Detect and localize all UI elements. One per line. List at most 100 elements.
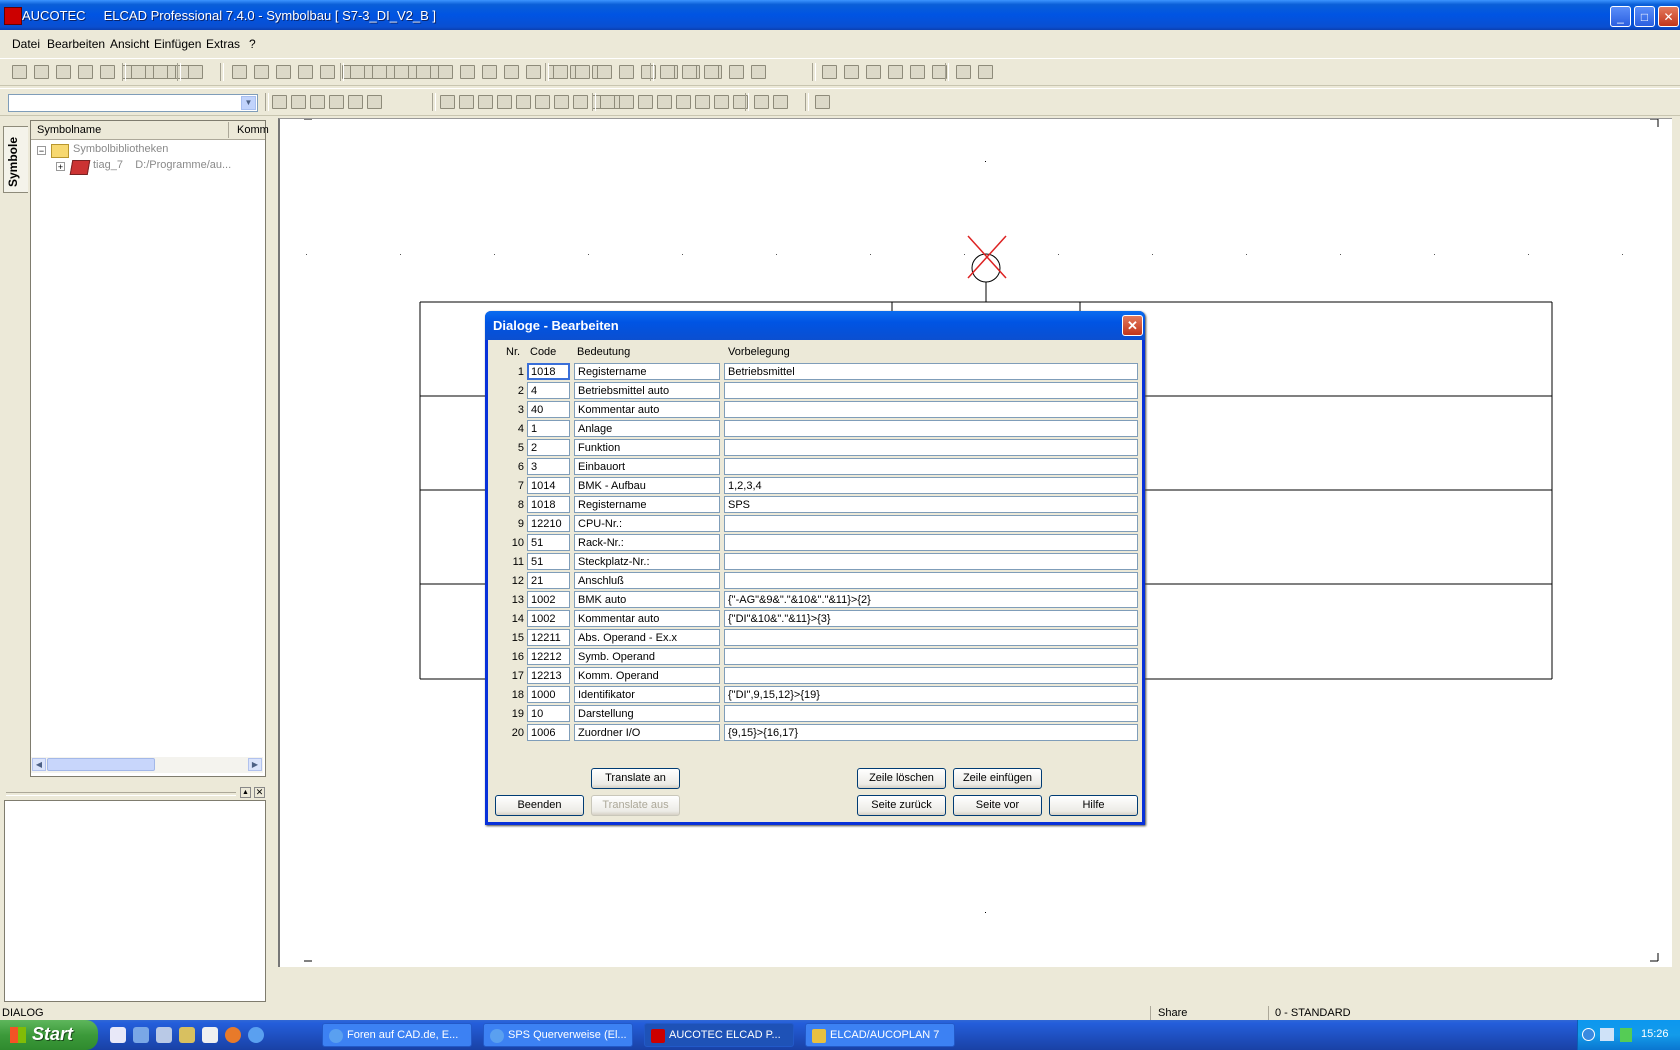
standard-tool-icon-55[interactable] [978, 65, 993, 79]
standard-tool-icon-27[interactable] [438, 65, 453, 79]
standard-tool-icon-17[interactable] [320, 65, 335, 79]
standard-tool-icon-25[interactable] [394, 65, 409, 79]
standard-tool-icon-14[interactable] [254, 65, 269, 79]
drawing-tool-icon-18[interactable] [619, 95, 634, 109]
seite-vor-button[interactable]: Seite vor [953, 795, 1042, 816]
code-field[interactable]: 1018 [527, 496, 570, 513]
standard-tool-icon-9[interactable] [131, 65, 146, 79]
taskbar-item-sps-querverweise[interactable]: SPS Querverweise (El... [483, 1023, 633, 1047]
bedeutung-field[interactable]: CPU-Nr.: [574, 515, 720, 532]
standard-tool-icon-35[interactable] [553, 65, 568, 79]
signal-strength-icon[interactable] [1620, 1028, 1632, 1042]
quicklaunch-mail-icon[interactable] [156, 1027, 172, 1043]
drawing-tool-icon-27[interactable] [815, 95, 830, 109]
code-field[interactable]: 12212 [527, 648, 570, 665]
drawing-tool-icon-10[interactable] [497, 95, 512, 109]
scroll-right-icon[interactable]: ▶ [248, 758, 262, 771]
bedeutung-field[interactable]: Darstellung [574, 705, 720, 722]
standard-tool-icon-16[interactable] [298, 65, 313, 79]
standard-tool-icon-46[interactable] [682, 65, 697, 79]
column-header-komm[interactable]: Komm [237, 124, 269, 136]
bedeutung-field[interactable]: Steckplatz-Nr.: [574, 553, 720, 570]
tray-expand-icon[interactable] [1582, 1028, 1595, 1041]
code-field[interactable]: 12211 [527, 629, 570, 646]
app-icon[interactable] [4, 7, 22, 25]
code-field[interactable]: 51 [527, 534, 570, 551]
quicklaunch-email-icon[interactable] [202, 1027, 218, 1043]
scrollbar-thumb[interactable] [47, 758, 155, 771]
bedeutung-field[interactable]: Anlage [574, 420, 720, 437]
panel-close-icon[interactable]: ✕ [254, 787, 265, 798]
code-field[interactable]: 1006 [527, 724, 570, 741]
drawing-tool-icon-21[interactable] [676, 95, 691, 109]
vorbelegung-field[interactable] [724, 534, 1138, 551]
vorbelegung-field[interactable] [724, 629, 1138, 646]
standard-tool-icon-4[interactable] [78, 65, 93, 79]
menu-ansicht[interactable]: Ansicht [110, 37, 149, 51]
menu-einfuegen[interactable]: Einfügen [154, 37, 201, 51]
vorbelegung-field[interactable]: {"DI",9,15,12}>{19} [724, 686, 1138, 703]
vorbelegung-field[interactable] [724, 401, 1138, 418]
tree-horizontal-scrollbar[interactable]: ◀ ▶ [31, 757, 263, 773]
standard-tool-icon-36[interactable] [575, 65, 590, 79]
vorbelegung-field[interactable] [724, 458, 1138, 475]
vorbelegung-field[interactable] [724, 572, 1138, 589]
standard-tool-icon-47[interactable] [704, 65, 719, 79]
taskbar-item-cad-forum[interactable]: Foren auf CAD.de, E... [322, 1023, 472, 1047]
standard-tool-icon-44[interactable] [751, 65, 766, 79]
standard-tool-icon-45[interactable] [660, 65, 675, 79]
bedeutung-field[interactable]: Registername [574, 363, 720, 380]
code-field[interactable]: 1 [527, 420, 570, 437]
code-field[interactable]: 12210 [527, 515, 570, 532]
standard-tool-icon-15[interactable] [276, 65, 291, 79]
bedeutung-field[interactable]: Zuordner I/O [574, 724, 720, 741]
drawing-tool-icon-19[interactable] [638, 95, 653, 109]
drawing-tool-icon-8[interactable] [459, 95, 474, 109]
taskbar-item-aucoplan[interactable]: ELCAD/AUCOPLAN 7 [805, 1023, 955, 1047]
minimize-button[interactable]: _ [1610, 6, 1631, 27]
vorbelegung-field[interactable] [724, 667, 1138, 684]
tree-collapse-toggle[interactable]: − [37, 146, 46, 156]
vorbelegung-field[interactable]: {9,15}>{16,17} [724, 724, 1138, 741]
seite-zurueck-button[interactable]: Seite zurück [857, 795, 946, 816]
taskbar-item-elcad[interactable]: AUCOTEC ELCAD P... [644, 1023, 794, 1047]
layer-combobox[interactable]: ▼ [8, 94, 258, 112]
bedeutung-field[interactable]: BMK auto [574, 591, 720, 608]
drawing-tool-icon-3[interactable] [310, 95, 325, 109]
tree-expand-toggle[interactable]: + [56, 162, 65, 172]
code-field[interactable]: 10 [527, 705, 570, 722]
close-button[interactable]: ✕ [1658, 6, 1679, 27]
drawing-tool-icon-6[interactable] [367, 95, 382, 109]
standard-tool-icon-54[interactable] [956, 65, 971, 79]
vorbelegung-field[interactable] [724, 553, 1138, 570]
code-field[interactable]: 12213 [527, 667, 570, 684]
standard-tool-icon-12[interactable] [188, 65, 203, 79]
scroll-left-icon[interactable]: ◀ [32, 758, 46, 771]
tree-node-symbolbibliotheken[interactable]: Symbolbibliotheken [73, 143, 168, 155]
code-field[interactable]: 1002 [527, 610, 570, 627]
vorbelegung-field[interactable] [724, 382, 1138, 399]
drawing-tool-icon-2[interactable] [291, 95, 306, 109]
code-field[interactable]: 2 [527, 439, 570, 456]
bedeutung-field[interactable]: Funktion [574, 439, 720, 456]
window-title-bar[interactable]: AUCOTEC ELCAD Professional 7.4.0 - Symbo… [0, 0, 1680, 30]
drawing-tool-icon-25[interactable] [754, 95, 769, 109]
vorbelegung-field[interactable] [724, 439, 1138, 456]
standard-tool-icon-37[interactable] [597, 65, 612, 79]
panel-toggle-icon[interactable]: ▲ [240, 787, 251, 798]
drawing-tool-icon-5[interactable] [348, 95, 363, 109]
tree-node-tiag7[interactable]: tiag_7 D:/Programme/au... [93, 159, 231, 171]
standard-tool-icon-28[interactable] [460, 65, 475, 79]
bedeutung-field[interactable]: Betriebsmittel auto [574, 382, 720, 399]
code-field[interactable]: 1014 [527, 477, 570, 494]
vorbelegung-field[interactable] [724, 515, 1138, 532]
vorbelegung-field[interactable] [724, 420, 1138, 437]
vorbelegung-field[interactable]: {"-AG"&9&"."&10&"."&11}>{2} [724, 591, 1138, 608]
drawing-tool-icon-12[interactable] [535, 95, 550, 109]
start-button[interactable]: Start [0, 1020, 98, 1050]
vorbelegung-field[interactable] [724, 705, 1138, 722]
column-header-symbolname[interactable]: Symbolname [37, 124, 101, 136]
code-field[interactable]: 40 [527, 401, 570, 418]
network-icon[interactable] [1600, 1028, 1614, 1041]
hilfe-button[interactable]: Hilfe [1049, 795, 1138, 816]
